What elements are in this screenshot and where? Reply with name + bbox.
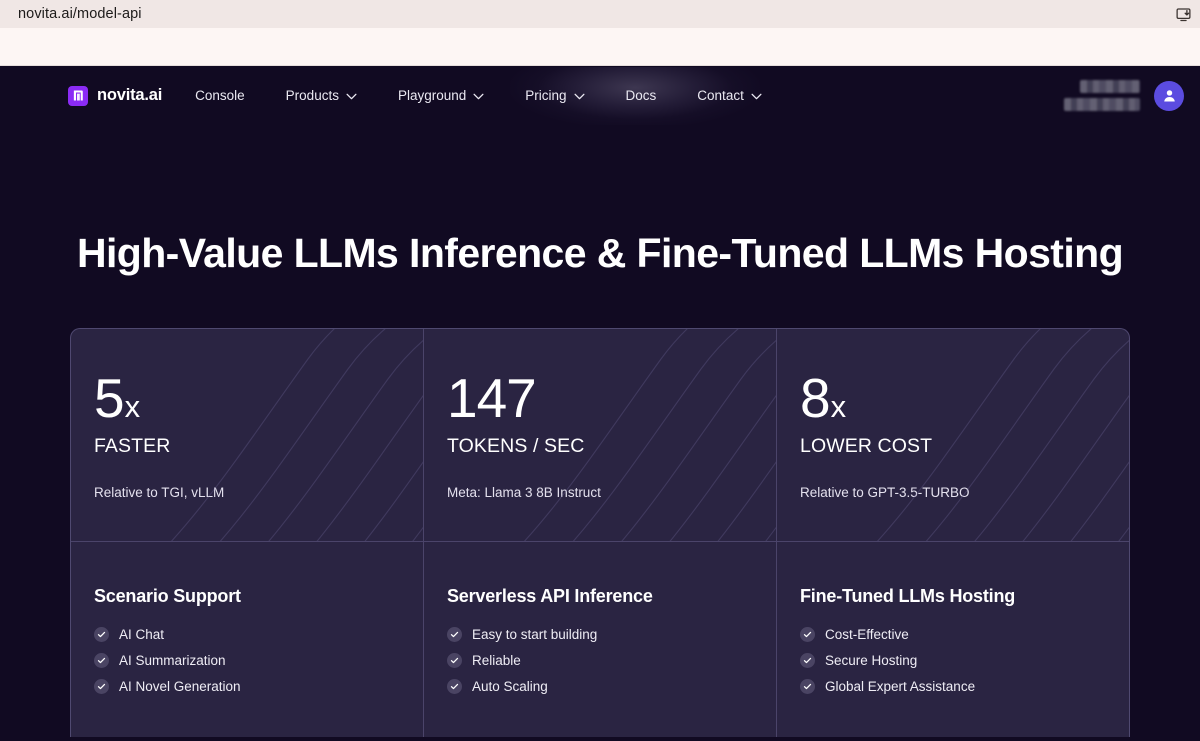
- feature-column-scenario-support: Scenario Support AI Chat AI Summarizatio…: [71, 542, 424, 738]
- highlights-panel: 5 x FASTER Relative to TGI, vLLM 147 TOK…: [70, 328, 1130, 738]
- stat-card-lower-cost: 8 x LOWER COST Relative to GPT-3.5-TURBO: [777, 329, 1129, 542]
- stat-value: 8 x: [800, 371, 1129, 426]
- list-item-label: Auto Scaling: [472, 679, 548, 695]
- list-item-label: AI Chat: [119, 627, 165, 643]
- feature-title: Serverless API Inference: [447, 586, 653, 607]
- list-item-label: Cost-Effective: [825, 627, 909, 643]
- stat-note: Meta: Llama 3 8B Instruct: [447, 485, 601, 501]
- browser-toolbar: [0, 28, 1200, 66]
- nav-item-contact[interactable]: Contact: [697, 80, 762, 111]
- list-item-label: AI Summarization: [119, 653, 226, 669]
- stat-value: 5 x: [94, 371, 423, 426]
- feature-list: AI Chat AI Summarization AI Novel Genera…: [94, 627, 423, 695]
- feature-title: Scenario Support: [94, 586, 241, 607]
- check-circle-icon: [447, 653, 462, 669]
- nav-item-label: Products: [285, 88, 339, 103]
- stat-number: 8: [800, 367, 831, 430]
- list-item: AI Summarization: [94, 653, 423, 669]
- redacted-text-line: [1080, 80, 1140, 93]
- stat-note: Relative to TGI, vLLM: [94, 485, 225, 501]
- stats-row: 5 x FASTER Relative to TGI, vLLM 147 TOK…: [71, 329, 1129, 542]
- stat-suffix: x: [830, 389, 846, 425]
- account-area: [1064, 80, 1184, 111]
- site-navbar: novita.ai Console Products Playground Pr…: [0, 67, 1200, 125]
- list-item: AI Chat: [94, 627, 423, 643]
- check-circle-icon: [94, 627, 109, 643]
- nav-item-playground[interactable]: Playground: [398, 80, 484, 111]
- feature-list: Cost-Effective Secure Hosting Global Exp…: [800, 627, 1129, 695]
- list-item-label: AI Novel Generation: [119, 679, 241, 695]
- page-title: High-Value LLMs Inference & Fine-Tuned L…: [76, 230, 1124, 276]
- stat-note: Relative to GPT-3.5-TURBO: [800, 485, 970, 501]
- stat-card-faster: 5 x FASTER Relative to TGI, vLLM: [71, 329, 424, 542]
- chevron-down-icon: [473, 88, 484, 103]
- nav-item-label: Console: [195, 88, 245, 103]
- list-item-label: Secure Hosting: [825, 653, 918, 669]
- check-circle-icon: [94, 679, 109, 695]
- page-content: novita.ai Console Products Playground Pr…: [0, 67, 1200, 741]
- nav-item-label: Playground: [397, 88, 467, 103]
- list-item: Secure Hosting: [800, 653, 1129, 669]
- nav-item-label: Pricing: [525, 88, 567, 103]
- nav-item-pricing[interactable]: Pricing: [525, 80, 585, 111]
- features-row: Scenario Support AI Chat AI Summarizatio…: [71, 541, 1129, 738]
- feature-title: Fine-Tuned LLMs Hosting: [800, 586, 1016, 607]
- nav-item-docs[interactable]: Docs: [626, 80, 657, 111]
- install-app-icon[interactable]: [1166, 0, 1200, 28]
- stat-number: 147: [447, 367, 537, 430]
- list-item-label: Easy to start building: [472, 627, 598, 643]
- list-item: Global Expert Assistance: [800, 679, 1129, 695]
- list-item: Reliable: [447, 653, 776, 669]
- nav-item-label: Docs: [625, 88, 657, 103]
- check-circle-icon: [800, 653, 815, 669]
- browser-tab[interactable]: novita.ai/model-api: [0, 0, 156, 28]
- list-item-label: Global Expert Assistance: [825, 679, 976, 695]
- check-circle-icon: [94, 653, 109, 669]
- chevron-down-icon: [751, 88, 762, 103]
- stat-label: LOWER COST: [800, 435, 933, 458]
- feature-column-serverless-api-inference: Serverless API Inference Easy to start b…: [424, 542, 777, 738]
- stat-suffix: x: [124, 389, 140, 425]
- browser-tab-strip: novita.ai/model-api: [0, 0, 1200, 28]
- user-avatar-icon[interactable]: [1154, 80, 1184, 111]
- list-item-label: Reliable: [472, 653, 521, 669]
- chevron-down-icon: [574, 88, 585, 103]
- stat-card-tokens-per-sec: 147 TOKENS / SEC Meta: Llama 3 8B Instru…: [424, 329, 777, 542]
- list-item: Easy to start building: [447, 627, 776, 643]
- stat-number: 5: [94, 367, 125, 430]
- feature-column-fine-tuned-llms-hosting: Fine-Tuned LLMs Hosting Cost-Effective S…: [777, 542, 1129, 737]
- nav-item-console[interactable]: Console: [195, 80, 245, 111]
- check-circle-icon: [447, 627, 462, 643]
- account-redacted-info: [1064, 80, 1140, 111]
- stat-value: 147: [447, 371, 776, 426]
- check-circle-icon: [800, 627, 815, 643]
- nav-links: Console Products Playground Pricing Docs…: [195, 80, 762, 111]
- check-circle-icon: [800, 679, 815, 695]
- nav-item-label: Contact: [697, 88, 744, 103]
- brand-logo[interactable]: novita.ai: [68, 85, 163, 106]
- redacted-text-line: [1064, 98, 1140, 111]
- check-circle-icon: [447, 679, 462, 695]
- list-item: AI Novel Generation: [94, 679, 423, 695]
- list-item: Auto Scaling: [447, 679, 776, 695]
- novita-door-logo-icon: [68, 85, 88, 106]
- browser-tab-title: novita.ai/model-api: [18, 6, 142, 22]
- nav-item-products[interactable]: Products: [286, 80, 357, 111]
- list-item: Cost-Effective: [800, 627, 1129, 643]
- chevron-down-icon: [346, 88, 357, 103]
- stat-label: FASTER: [94, 435, 171, 458]
- feature-list: Easy to start building Reliable Auto Sca…: [447, 627, 776, 695]
- stat-label: TOKENS / SEC: [447, 435, 585, 458]
- brand-name: novita.ai: [97, 86, 163, 104]
